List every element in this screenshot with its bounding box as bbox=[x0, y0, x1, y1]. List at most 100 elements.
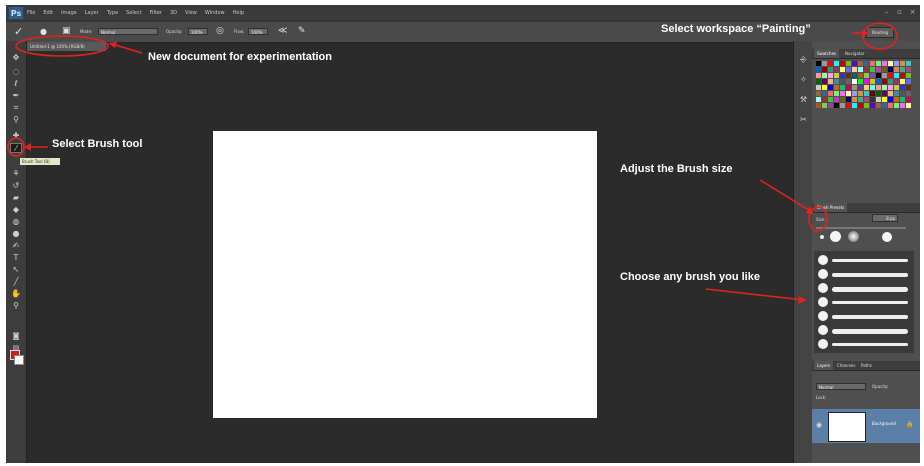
clone-stamp-tool-icon[interactable]: ⚘ bbox=[10, 169, 22, 179]
color-swatch[interactable] bbox=[834, 73, 839, 78]
color-swatch[interactable] bbox=[864, 61, 869, 66]
brush-size-icon[interactable]: ● bbox=[40, 25, 47, 38]
color-swatch[interactable] bbox=[834, 67, 839, 72]
pressure-opacity-icon[interactable]: ◎ bbox=[216, 25, 224, 38]
eyedropper-tool-icon[interactable]: ⚲ bbox=[10, 115, 22, 125]
airbrush-icon[interactable]: ≪ bbox=[278, 25, 287, 38]
color-swatch[interactable] bbox=[828, 67, 833, 72]
preset-tip[interactable] bbox=[882, 232, 892, 242]
color-swatch[interactable] bbox=[882, 73, 887, 78]
color-swatch[interactable] bbox=[894, 79, 899, 84]
move-tool-icon[interactable]: ✥ bbox=[10, 53, 22, 63]
color-swatch[interactable] bbox=[876, 103, 881, 108]
color-swatch[interactable] bbox=[876, 79, 881, 84]
quick-selection-tool-icon[interactable]: ✒ bbox=[10, 91, 22, 101]
preset-tip[interactable] bbox=[820, 235, 824, 239]
color-swatch[interactable] bbox=[888, 85, 893, 90]
color-swatch[interactable] bbox=[846, 67, 851, 72]
menu-image[interactable]: Image bbox=[61, 10, 77, 16]
color-swatch[interactable] bbox=[888, 73, 893, 78]
color-swatch[interactable] bbox=[846, 103, 851, 108]
color-swatch[interactable] bbox=[906, 61, 911, 66]
color-swatch[interactable] bbox=[822, 79, 827, 84]
flow-input[interactable]: 100% bbox=[248, 28, 268, 35]
brush-preset-item[interactable] bbox=[816, 253, 914, 267]
color-swatch[interactable] bbox=[864, 67, 869, 72]
color-swatch[interactable] bbox=[858, 61, 863, 66]
color-swatch[interactable] bbox=[822, 103, 827, 108]
crop-tool-icon[interactable]: ⌗ bbox=[10, 103, 22, 113]
color-swatch[interactable] bbox=[888, 97, 893, 102]
tab-paths[interactable]: Paths bbox=[858, 361, 875, 370]
color-swatch[interactable] bbox=[852, 97, 857, 102]
color-swatch[interactable] bbox=[882, 103, 887, 108]
color-swatch[interactable] bbox=[888, 61, 893, 66]
color-swatch[interactable] bbox=[816, 79, 821, 84]
color-swatch[interactable] bbox=[858, 73, 863, 78]
brush-tool-icon[interactable]: ⁄ bbox=[10, 143, 22, 153]
color-swatch[interactable] bbox=[906, 85, 911, 90]
minimize-button[interactable]: – bbox=[882, 9, 891, 16]
dodge-tool-icon[interactable]: ● bbox=[10, 229, 22, 239]
color-swatch[interactable] bbox=[858, 67, 863, 72]
brush-panel-toggle-icon[interactable]: ▣ bbox=[62, 25, 71, 38]
color-swatch[interactable] bbox=[900, 91, 905, 96]
color-swatch[interactable] bbox=[882, 97, 887, 102]
color-swatch[interactable] bbox=[852, 103, 857, 108]
color-swatch[interactable] bbox=[882, 61, 887, 66]
color-swatch[interactable] bbox=[894, 97, 899, 102]
layer-row[interactable]: ◉ Background 🔒 bbox=[812, 409, 920, 443]
color-swatch[interactable] bbox=[846, 73, 851, 78]
color-swatch[interactable] bbox=[900, 67, 905, 72]
color-swatch[interactable] bbox=[894, 85, 899, 90]
color-swatch[interactable] bbox=[852, 85, 857, 90]
color-swatch[interactable] bbox=[816, 91, 821, 96]
color-swatch[interactable] bbox=[876, 61, 881, 66]
color-swatch[interactable] bbox=[822, 73, 827, 78]
color-swatch[interactable] bbox=[882, 67, 887, 72]
menu-filter[interactable]: Filter bbox=[150, 10, 162, 16]
color-swatch[interactable] bbox=[858, 103, 863, 108]
color-swatch[interactable] bbox=[858, 85, 863, 90]
pen-tool-icon[interactable]: ✍ bbox=[10, 241, 22, 251]
tab-navigator[interactable]: Navigator bbox=[842, 49, 868, 58]
color-swatch[interactable] bbox=[876, 91, 881, 96]
tab-channels[interactable]: Channels bbox=[834, 361, 859, 370]
color-swatch[interactable] bbox=[852, 91, 857, 96]
color-swatch[interactable] bbox=[828, 103, 833, 108]
color-swatch[interactable] bbox=[846, 61, 851, 66]
color-swatch[interactable] bbox=[828, 61, 833, 66]
color-swatch[interactable] bbox=[900, 79, 905, 84]
color-swatch[interactable] bbox=[828, 79, 833, 84]
color-swatch[interactable] bbox=[864, 79, 869, 84]
color-swatch[interactable] bbox=[828, 73, 833, 78]
color-swatch[interactable] bbox=[816, 67, 821, 72]
color-swatch[interactable] bbox=[822, 85, 827, 90]
zoom-tool-icon[interactable]: ⚲ bbox=[10, 301, 22, 311]
color-swatch[interactable] bbox=[840, 73, 845, 78]
color-swatch[interactable] bbox=[900, 73, 905, 78]
color-swatch[interactable] bbox=[852, 67, 857, 72]
color-swatch[interactable] bbox=[840, 91, 845, 96]
blend-mode-select[interactable]: Normal bbox=[816, 383, 866, 390]
color-swatch[interactable] bbox=[816, 97, 821, 102]
color-swatch[interactable] bbox=[816, 85, 821, 90]
menu-file[interactable]: File bbox=[27, 10, 35, 16]
color-swatch[interactable] bbox=[894, 61, 899, 66]
clone-source-icon[interactable]: ⚒ bbox=[798, 95, 809, 105]
color-swatch[interactable] bbox=[840, 79, 845, 84]
close-button[interactable]: × bbox=[908, 9, 917, 16]
color-swatch[interactable] bbox=[864, 97, 869, 102]
color-swatch[interactable] bbox=[870, 67, 875, 72]
color-swatch[interactable] bbox=[876, 73, 881, 78]
color-swatch[interactable] bbox=[906, 103, 911, 108]
brush-stroke-list[interactable] bbox=[814, 251, 914, 353]
brush-preset-item[interactable] bbox=[816, 281, 914, 295]
tab-swatches[interactable]: Swatches bbox=[814, 49, 840, 58]
color-swatch[interactable] bbox=[888, 91, 893, 96]
brush-preset-icon[interactable]: ✓ bbox=[14, 25, 23, 38]
color-swatch[interactable] bbox=[888, 67, 893, 72]
color-swatch[interactable] bbox=[822, 61, 827, 66]
color-swatch[interactable] bbox=[864, 91, 869, 96]
color-swatch[interactable] bbox=[840, 97, 845, 102]
